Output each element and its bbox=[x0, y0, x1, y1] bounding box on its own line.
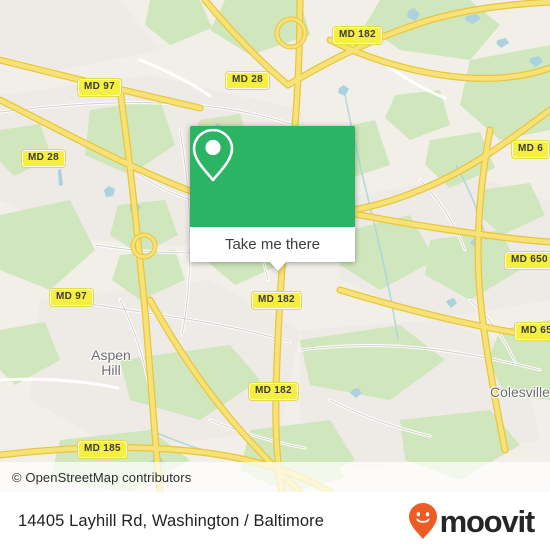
map-canvas[interactable]: MD 182 MD 28 MD 97 MD 28 MD 6 MD 650 MD … bbox=[0, 0, 550, 492]
location-pin-icon bbox=[192, 128, 234, 182]
road-shield[interactable]: MD 6 bbox=[510, 140, 550, 159]
popup-pointer bbox=[269, 261, 287, 271]
road-shield[interactable]: MD 185 bbox=[77, 440, 128, 459]
road-shield[interactable]: MD 97 bbox=[49, 288, 94, 307]
map-screenshot: MD 182 MD 28 MD 97 MD 28 MD 6 MD 650 MD … bbox=[0, 0, 550, 550]
moovit-wordmark: moovit bbox=[439, 503, 536, 539]
osm-attribution-bar: © OpenStreetMap contributors bbox=[0, 462, 550, 492]
road-shield[interactable]: MD 28 bbox=[21, 149, 66, 168]
road-shield[interactable]: MD 28 bbox=[225, 71, 270, 90]
road-shield[interactable]: MD 182 bbox=[332, 26, 383, 45]
road-shield[interactable]: MD 182 bbox=[248, 382, 299, 401]
destination-popup[interactable]: Take me there bbox=[190, 126, 355, 271]
footer-bar: 14405 Layhill Rd, Washington / Baltimore… bbox=[0, 492, 550, 550]
address-label: 14405 Layhill Rd, Washington / Baltimore bbox=[18, 511, 325, 530]
moovit-logo[interactable]: moovit bbox=[408, 502, 536, 540]
road-shield[interactable]: MD 65 bbox=[514, 322, 550, 341]
popup-header bbox=[190, 126, 355, 227]
moovit-smiley-pin-icon bbox=[408, 503, 437, 539]
osm-attribution-text[interactable]: © OpenStreetMap contributors bbox=[0, 470, 191, 485]
take-me-there-button[interactable]: Take me there bbox=[190, 227, 355, 262]
take-me-there-label: Take me there bbox=[224, 236, 321, 253]
road-shield[interactable]: MD 97 bbox=[77, 78, 122, 97]
road-shield[interactable]: MD 650 bbox=[504, 251, 550, 270]
road-shield[interactable]: MD 182 bbox=[251, 291, 302, 310]
